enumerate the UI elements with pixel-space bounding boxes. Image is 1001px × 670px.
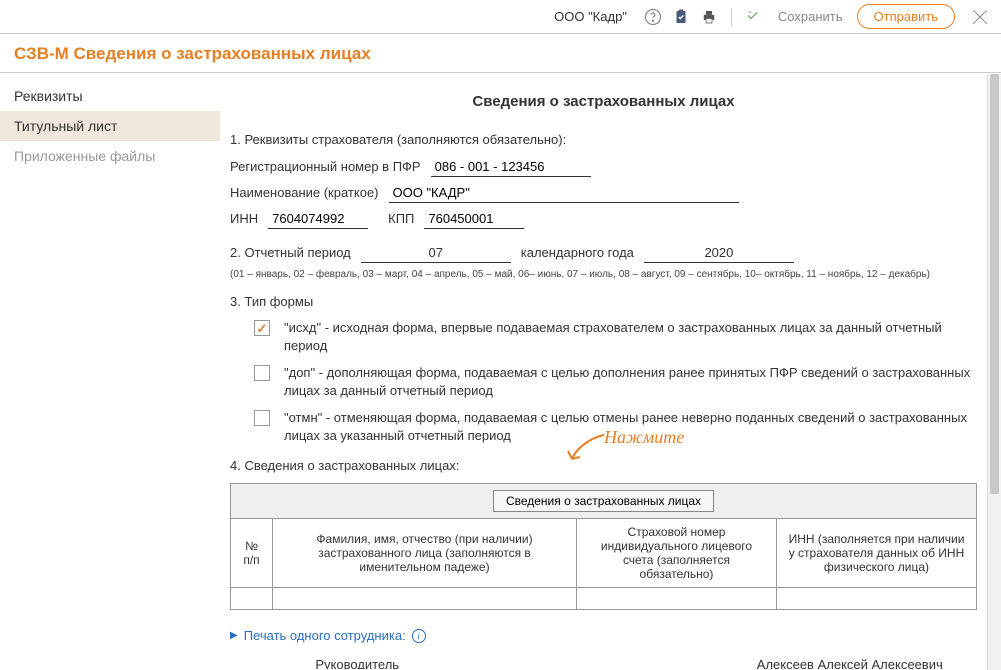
period-month-input[interactable]: 07 (361, 243, 511, 263)
scrollbar-thumb[interactable] (990, 74, 999, 494)
signature-input[interactable] (514, 657, 692, 669)
vertical-scrollbar[interactable] (987, 74, 1001, 670)
reg-number-label: Регистрационный номер в ПФР (230, 159, 421, 174)
help-icon[interactable] (643, 7, 663, 27)
col-snils: Страховой номер индивидуального лицевого… (577, 519, 777, 588)
kpp-label: КПП (388, 211, 414, 226)
section3-title: 3. Тип формы (230, 294, 977, 309)
inn-label: ИНН (230, 211, 258, 226)
short-name-label: Наименование (краткое) (230, 185, 379, 200)
print-icon[interactable] (699, 7, 719, 27)
check-dropdown-icon[interactable] (744, 7, 764, 27)
position-input[interactable]: Руководитель (230, 657, 484, 669)
checkbox-otmn-label: "отмн" - отменяющая форма, подаваемая с … (284, 409, 977, 444)
chevron-right-icon: ▶ (230, 630, 238, 641)
checkbox-otmn[interactable] (254, 410, 270, 426)
checkbox-ishd-label: "исхд" - исходная форма, впервые подавае… (284, 319, 977, 354)
close-icon[interactable] (969, 6, 991, 28)
print-link-label: Печать одного сотрудника: (244, 628, 406, 643)
sidebar-item-attached-files[interactable]: Приложенные файлы (0, 141, 220, 171)
section2-title: 2. Отчетный период (230, 245, 351, 260)
period-year-input[interactable]: 2020 (644, 243, 794, 263)
clipboard-icon[interactable] (671, 7, 691, 27)
reg-number-input[interactable] (431, 157, 591, 177)
insured-persons-button[interactable]: Сведения о застрахованных лицах (493, 490, 714, 512)
section4-title: 4. Сведения о застрахованных лицах: (230, 458, 977, 473)
insured-table: № п/п Фамилия, имя, отчество (при наличи… (230, 518, 977, 610)
print-one-employee-link[interactable]: ▶ Печать одного сотрудника: i (230, 628, 977, 643)
checkbox-dop[interactable] (254, 365, 270, 381)
col-fio: Фамилия, имя, отчество (при наличии) зас… (273, 519, 577, 588)
kpp-input[interactable] (424, 209, 524, 229)
insured-button-wrap: Сведения о застрахованных лицах (230, 483, 977, 519)
page-title: СЗВ-М Сведения о застрахованных лицах (14, 44, 987, 64)
month-legend: (01 – январь, 02 – февраль, 03 – март, 0… (230, 269, 977, 280)
checkbox-dop-label: "доп" - дополняющая форма, подаваемая с … (284, 364, 977, 399)
sidebar: Реквизиты Титульный лист Приложенные фай… (0, 73, 220, 669)
section1-title: 1. Реквизиты страхователя (заполняются о… (230, 132, 977, 147)
content-area: Сведения о застрахованных лицах 1. Рекви… (220, 73, 1001, 669)
calendar-year-label: календарного года (521, 245, 634, 260)
toolbar-separator (731, 8, 732, 26)
form-heading: Сведения о застрахованных лицах (230, 93, 977, 110)
inn-input[interactable] (268, 209, 368, 229)
sidebar-item-title-sheet[interactable]: Титульный лист (0, 111, 220, 141)
checkbox-ishd[interactable] (254, 320, 270, 336)
company-name: ООО "Кадр" (554, 9, 627, 24)
info-icon[interactable]: i (412, 629, 426, 643)
save-button: Сохранить (778, 9, 843, 24)
col-inn: ИНН (заполняется при наличии у страховат… (777, 519, 977, 588)
fio-input[interactable]: Алексеев Алексей Алексеевич (723, 657, 977, 669)
sidebar-item-requisites[interactable]: Реквизиты (0, 81, 220, 111)
col-num: № п/п (231, 519, 273, 588)
table-row[interactable] (231, 588, 977, 610)
send-button[interactable]: Отправить (857, 4, 955, 29)
short-name-input[interactable] (389, 183, 739, 203)
